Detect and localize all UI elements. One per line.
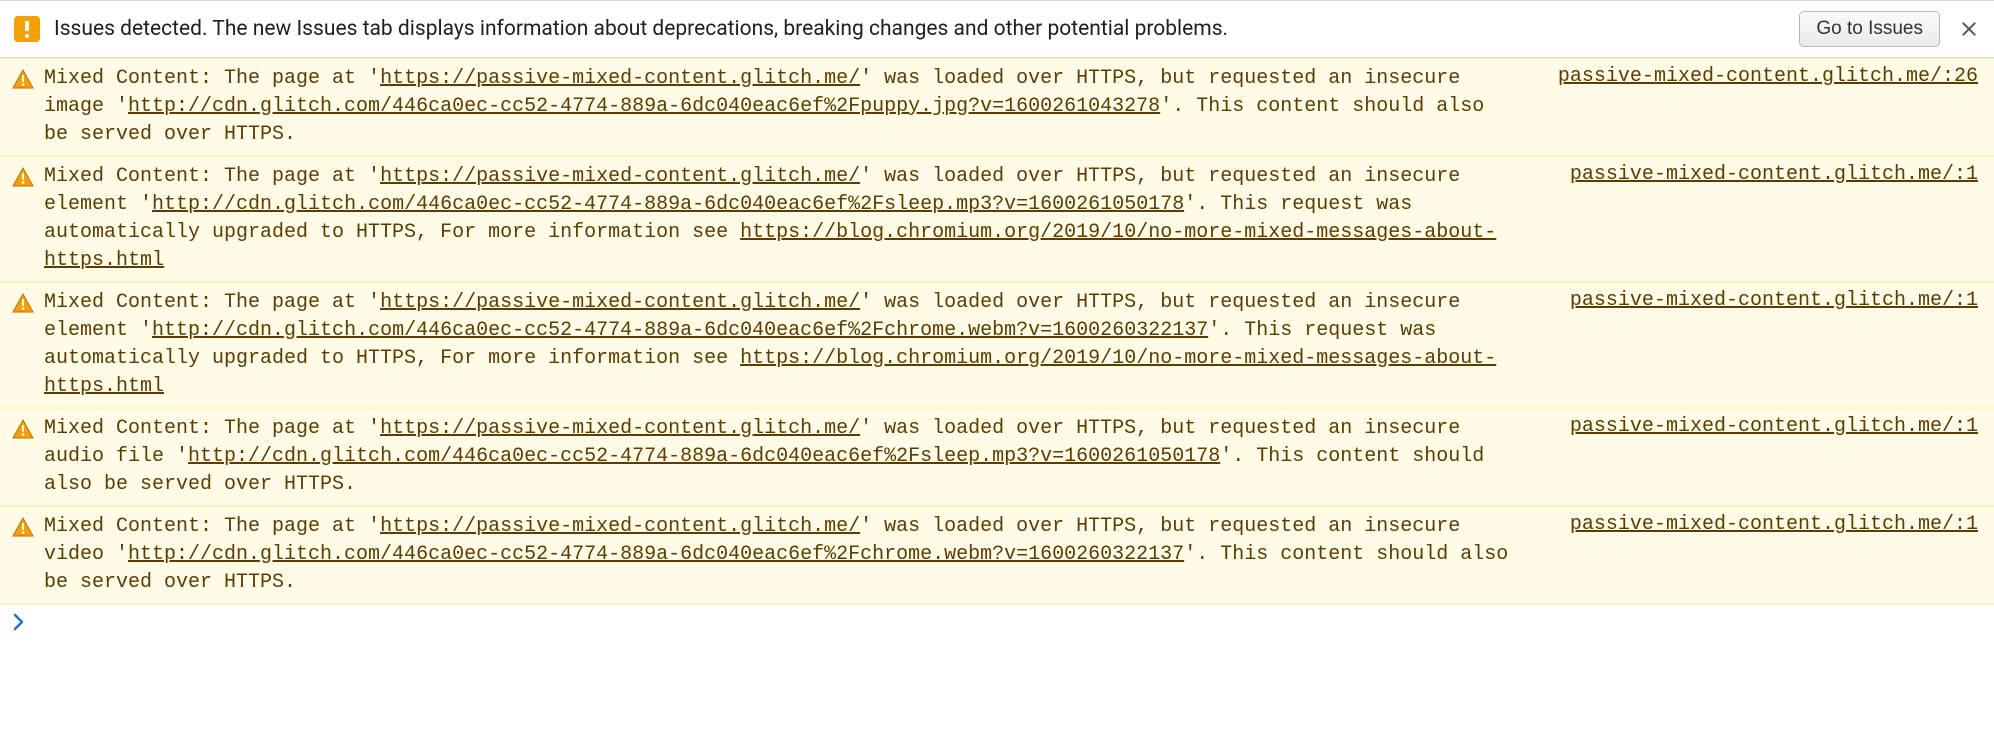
console-link[interactable]: https://passive-mixed-content.glitch.me/ — [380, 291, 860, 314]
console-link[interactable]: https://passive-mixed-content.glitch.me/ — [380, 165, 860, 188]
close-icon[interactable] — [1958, 18, 1980, 40]
console-link[interactable]: http://cdn.glitch.com/446ca0ec-cc52-4774… — [128, 95, 1160, 118]
console-text-fragment: Mixed Content: The page at ' — [44, 417, 380, 440]
console-source-link[interactable]: passive-mixed-content.glitch.me/:26 — [1558, 65, 1978, 88]
warning-triangle-icon — [12, 167, 34, 187]
console-input-row[interactable] — [0, 604, 1994, 639]
console-source-link[interactable]: passive-mixed-content.glitch.me/:1 — [1570, 415, 1978, 438]
console-link[interactable]: https://passive-mixed-content.glitch.me/ — [380, 515, 860, 538]
console-message-text: Mixed Content: The page at 'https://pass… — [44, 65, 1518, 149]
warning-triangle-icon — [12, 517, 34, 537]
devtools-console-panel: Issues detected. The new Issues tab disp… — [0, 0, 1994, 639]
warning-triangle-icon — [12, 419, 34, 439]
issues-infobar: Issues detected. The new Issues tab disp… — [0, 0, 1994, 58]
console-text-fragment: Mixed Content: The page at ' — [44, 515, 380, 538]
console-source-link[interactable]: passive-mixed-content.glitch.me/:1 — [1570, 163, 1978, 186]
console-warning-row: Mixed Content: The page at 'https://pass… — [0, 282, 1994, 408]
warning-triangle-icon — [12, 69, 34, 89]
console-text-fragment: Mixed Content: The page at ' — [44, 165, 380, 188]
console-link[interactable]: http://cdn.glitch.com/446ca0ec-cc52-4774… — [152, 193, 1184, 216]
console-messages-list: Mixed Content: The page at 'https://pass… — [0, 58, 1994, 604]
console-link[interactable]: http://cdn.glitch.com/446ca0ec-cc52-4774… — [188, 445, 1220, 468]
console-source-link[interactable]: passive-mixed-content.glitch.me/:1 — [1570, 289, 1978, 312]
console-source-link[interactable]: passive-mixed-content.glitch.me/:1 — [1570, 513, 1978, 536]
console-link[interactable]: http://cdn.glitch.com/446ca0ec-cc52-4774… — [128, 543, 1184, 566]
console-message-text: Mixed Content: The page at 'https://pass… — [44, 415, 1530, 499]
warning-triangle-icon — [12, 293, 34, 313]
console-text-fragment: Mixed Content: The page at ' — [44, 291, 380, 314]
console-warning-row: Mixed Content: The page at 'https://pass… — [0, 156, 1994, 282]
console-message-text: Mixed Content: The page at 'https://pass… — [44, 163, 1530, 275]
go-to-issues-button[interactable]: Go to Issues — [1799, 11, 1940, 47]
console-warning-row: Mixed Content: The page at 'https://pass… — [0, 408, 1994, 506]
caret-right-icon — [12, 613, 26, 631]
console-link[interactable]: https://passive-mixed-content.glitch.me/ — [380, 417, 860, 440]
issues-badge-icon — [14, 16, 40, 42]
issues-infobar-text: Issues detected. The new Issues tab disp… — [54, 17, 1785, 41]
console-message-text: Mixed Content: The page at 'https://pass… — [44, 289, 1530, 401]
console-link[interactable]: http://cdn.glitch.com/446ca0ec-cc52-4774… — [152, 319, 1208, 342]
console-warning-row: Mixed Content: The page at 'https://pass… — [0, 58, 1994, 156]
console-text-fragment: Mixed Content: The page at ' — [44, 67, 380, 90]
console-message-text: Mixed Content: The page at 'https://pass… — [44, 513, 1530, 597]
console-warning-row: Mixed Content: The page at 'https://pass… — [0, 506, 1994, 604]
console-link[interactable]: https://passive-mixed-content.glitch.me/ — [380, 67, 860, 90]
